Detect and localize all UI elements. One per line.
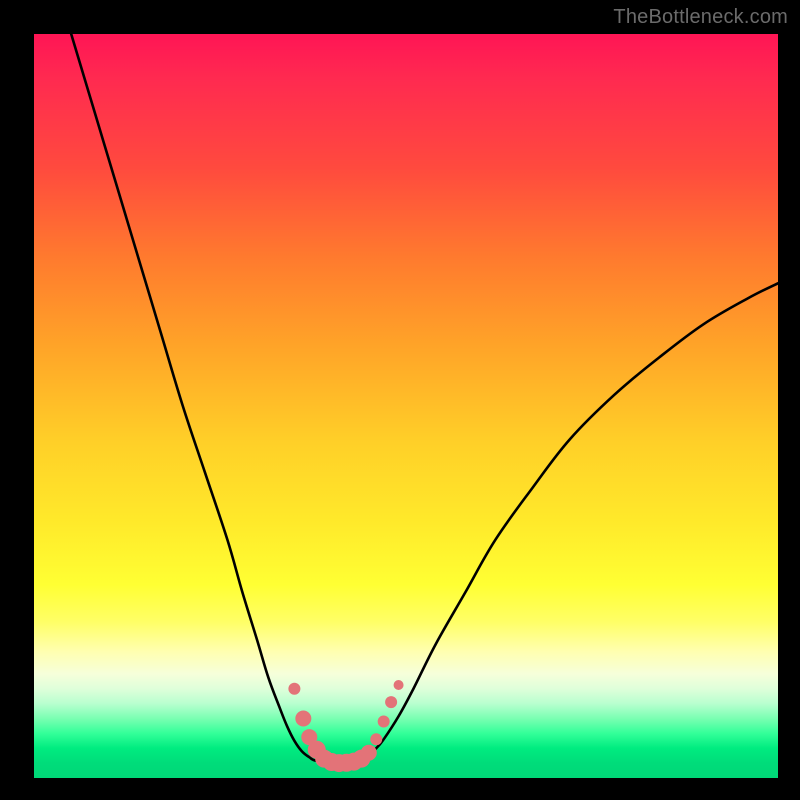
data-marker (385, 696, 397, 708)
data-marker (361, 745, 377, 761)
data-marker (378, 715, 390, 727)
data-marker (394, 680, 404, 690)
data-marker (295, 710, 311, 726)
bottleneck-curve (71, 34, 778, 763)
data-marker (370, 733, 382, 745)
data-marker (288, 683, 300, 695)
chart-plot-area (34, 34, 778, 778)
watermark-text: TheBottleneck.com (613, 6, 788, 29)
chart-overlay (34, 34, 778, 778)
marker-group (288, 680, 403, 772)
curve-group (71, 34, 778, 763)
chart-frame: TheBottleneck.com (0, 0, 800, 800)
